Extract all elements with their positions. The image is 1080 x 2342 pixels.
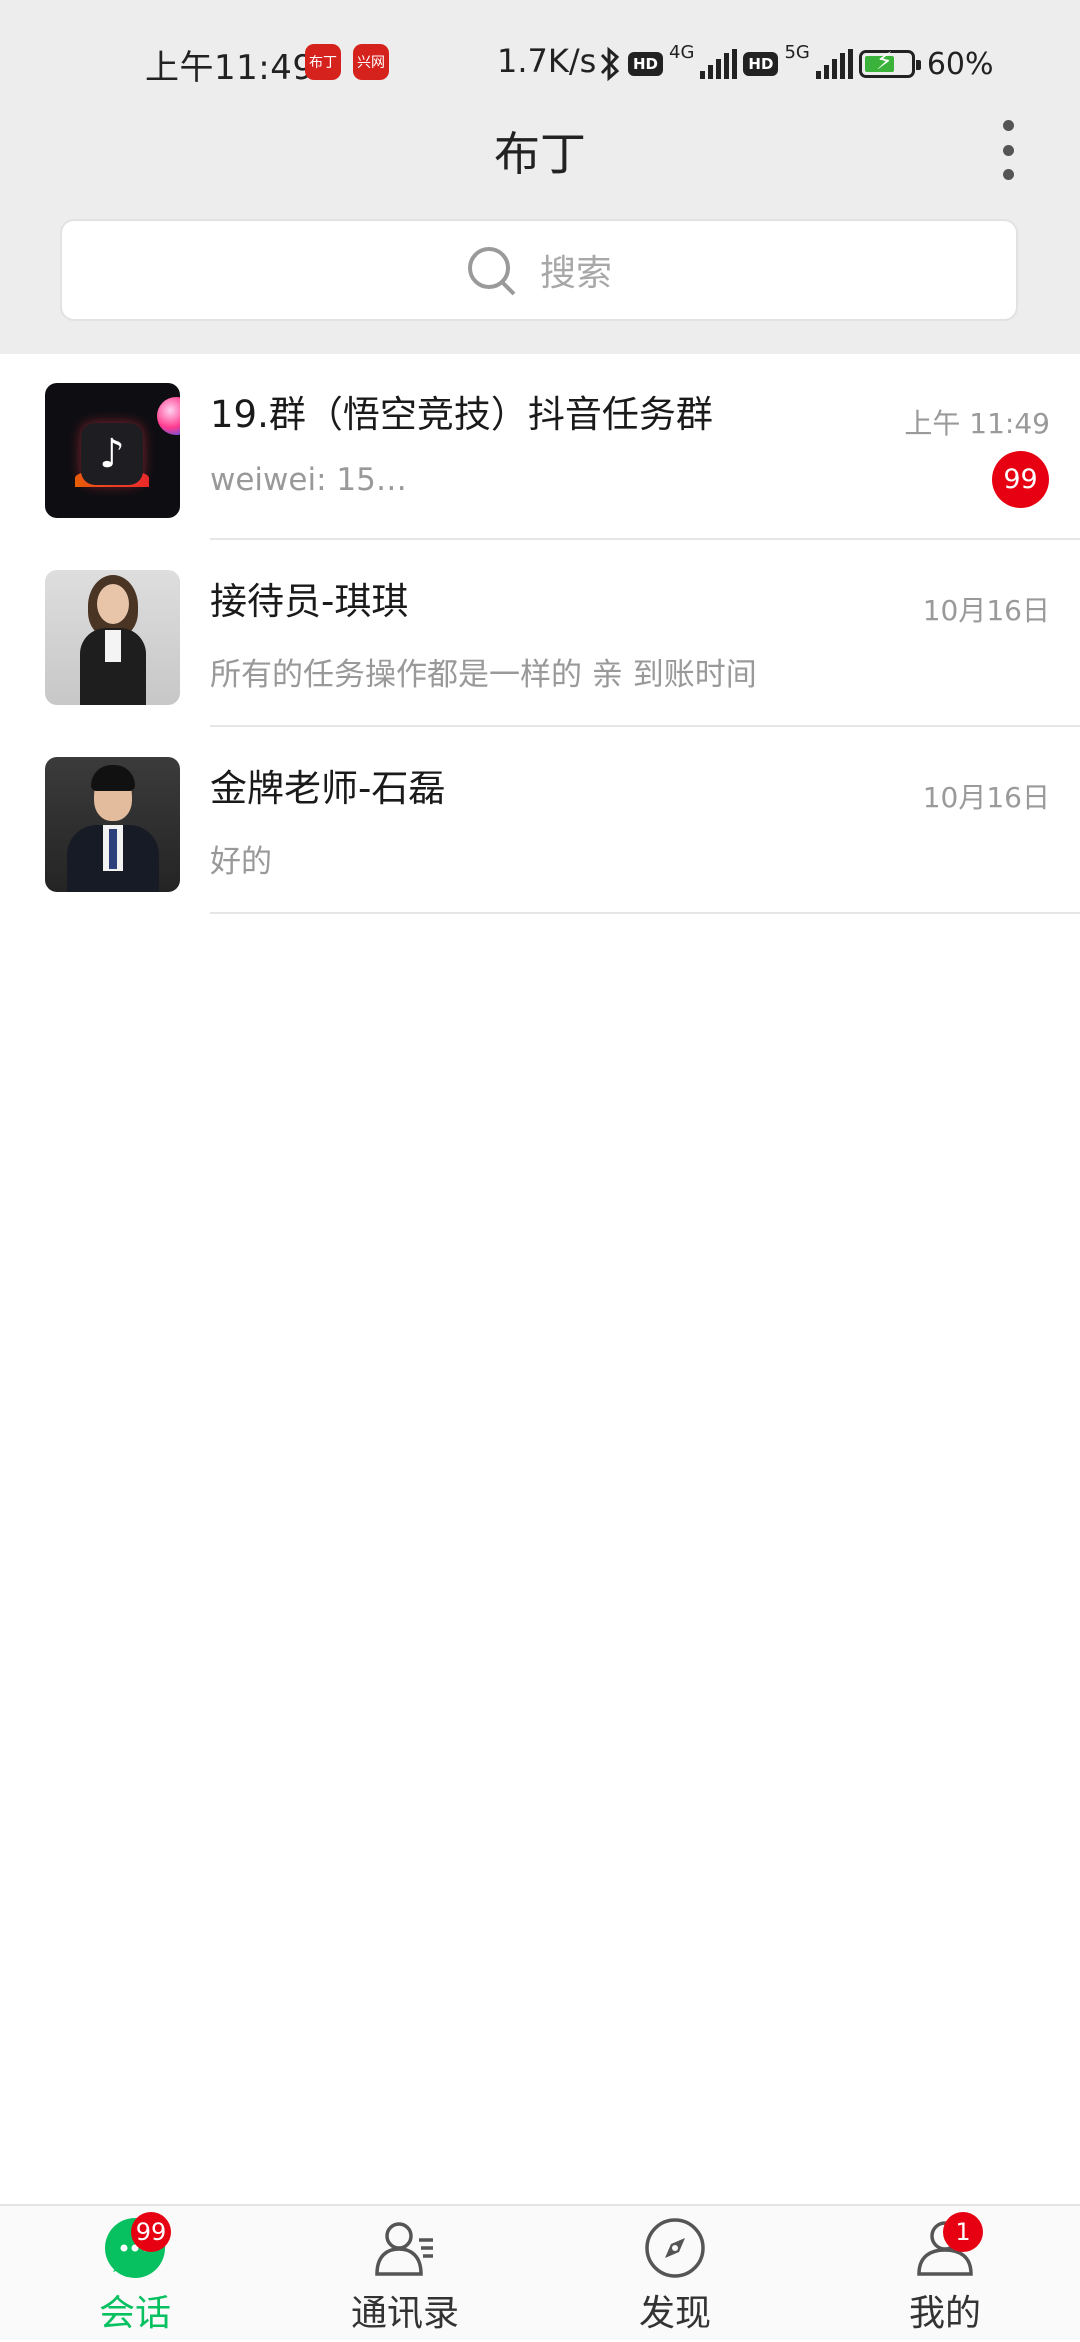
chat-list-item[interactable]: ♪ 19.群（悟空竞技）抖音任务群 weiwei: 15… 上午 11:49 9…: [0, 354, 1080, 540]
chat-name: 接待员-琪琪: [210, 580, 409, 623]
tiktok-logo-icon: ♪: [81, 423, 143, 485]
tab-label: 通讯录: [350, 2293, 459, 2334]
search-placeholder: 搜索: [539, 253, 612, 294]
status-bar: 上午11:49 布丁 兴网 1.7K/s HD 4G HD 5G ⚡ 60%: [0, 0, 1080, 128]
unread-badge: 99: [992, 451, 1049, 508]
contacts-icon: [375, 2222, 433, 2276]
chat-time: 上午 11:49: [904, 407, 1050, 440]
avatar: ♪: [45, 383, 180, 518]
chat-preview: 好的: [210, 844, 272, 880]
app-notification-icon: 兴网: [353, 44, 389, 80]
tab-label: 我的: [908, 2293, 981, 2334]
divider: [210, 912, 1080, 914]
battery-icon: ⚡: [858, 47, 921, 78]
tab-label: 发现: [638, 2293, 711, 2334]
tab-discover[interactable]: 发现: [585, 2206, 765, 2342]
unread-badge: 1: [943, 2212, 983, 2252]
tab-chats[interactable]: 99 会话: [45, 2206, 225, 2342]
avatar: [45, 570, 180, 705]
chat-time: 10月16日: [922, 781, 1050, 814]
network-speed: 1.7K/s: [497, 42, 597, 80]
battery-percent: 60%: [926, 46, 994, 82]
app-notification-icon: 布丁: [305, 44, 341, 80]
bottom-navigation: 99 会话 通讯录 发现 1 我的: [0, 2204, 1080, 2340]
hd-icon: HD: [743, 52, 779, 76]
compass-icon: [645, 2218, 705, 2278]
chat-name: 19.群（悟空竞技）抖音任务群: [210, 393, 713, 436]
divider: [210, 538, 1080, 540]
chat-time: 10月16日: [922, 594, 1050, 627]
chat-preview: 所有的任务操作都是一样的 亲 到账时间: [210, 657, 757, 693]
network-type: 4G: [669, 41, 695, 63]
tab-me[interactable]: 1 我的: [855, 2206, 1035, 2342]
search-icon: [466, 245, 516, 296]
divider: [210, 725, 1080, 727]
status-time: 上午11:49: [145, 48, 315, 88]
network-type: 5G: [784, 41, 810, 63]
unread-badge: 99: [131, 2212, 171, 2252]
search-bar[interactable]: 搜索: [60, 219, 1018, 321]
signal-icon: [815, 49, 853, 79]
page-title: 布丁: [494, 127, 586, 181]
tab-contacts[interactable]: 通讯录: [315, 2206, 495, 2342]
chat-preview: weiwei: 15…: [210, 462, 407, 498]
tab-label: 会话: [98, 2293, 171, 2334]
chat-list-item[interactable]: 接待员-琪琪 所有的任务操作都是一样的 亲 到账时间 10月16日: [0, 541, 1080, 727]
bluetooth-icon: [600, 46, 620, 82]
avatar: [45, 757, 180, 892]
chat-name: 金牌老师-石磊: [210, 767, 446, 810]
signal-icon: [700, 49, 738, 79]
more-options-icon[interactable]: [990, 120, 1026, 180]
chat-list-item[interactable]: 金牌老师-石磊 好的 10月16日: [0, 728, 1080, 914]
hd-icon: HD: [628, 52, 664, 76]
status-icons: HD 4G HD 5G ⚡ 60%: [598, 41, 994, 84]
